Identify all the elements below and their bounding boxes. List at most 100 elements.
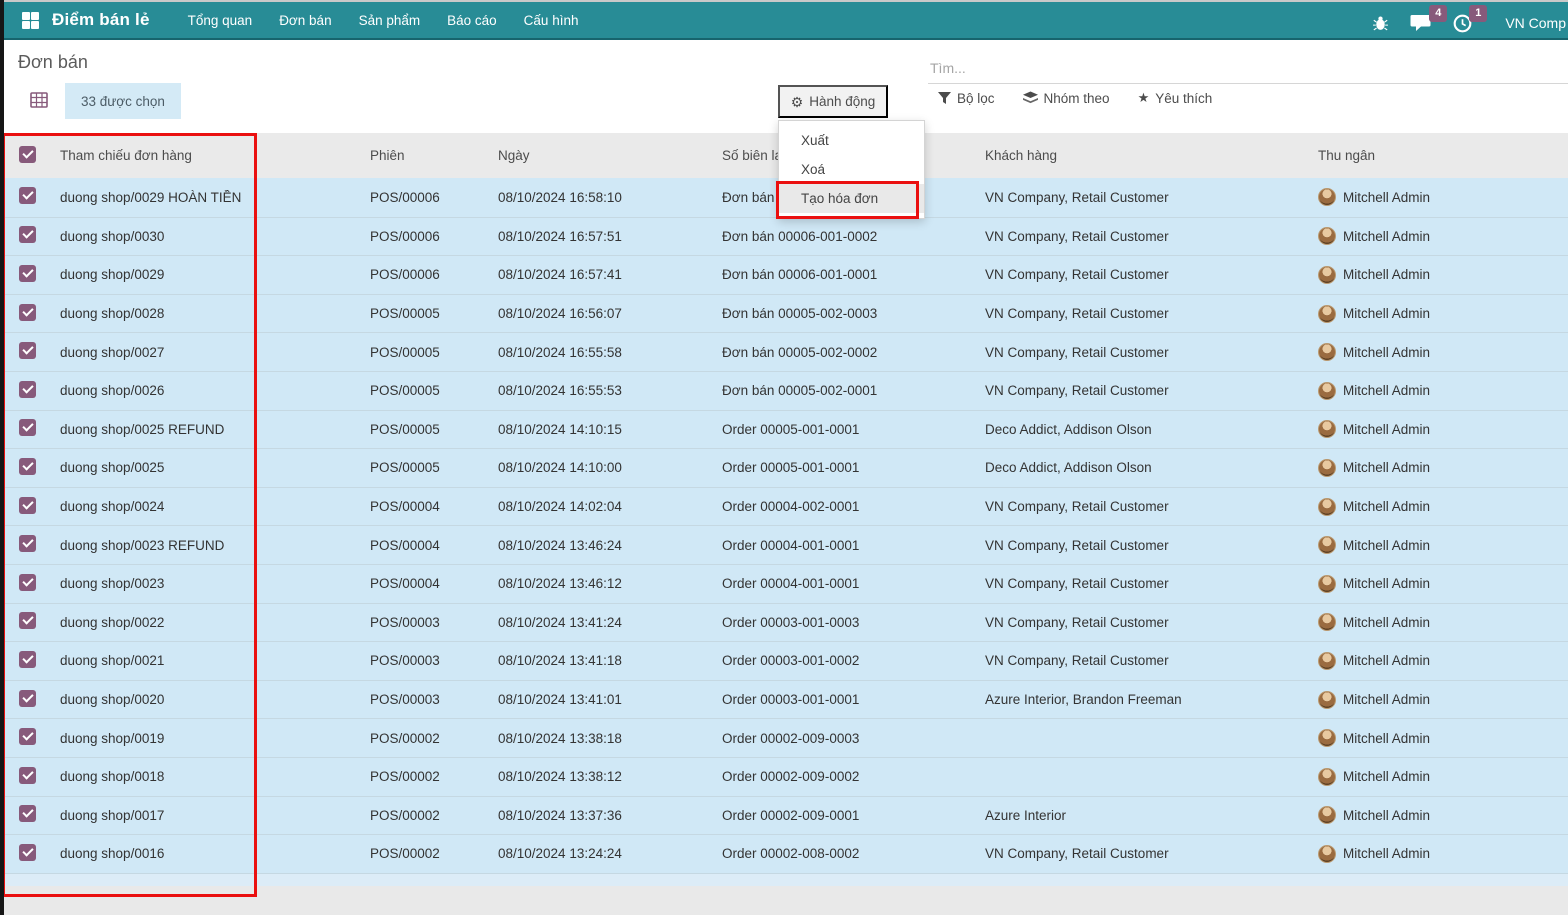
menu-item-san-pham[interactable]: Sản phẩm — [359, 13, 421, 28]
table-row[interactable]: duong shop/0028POS/0000508/10/2024 16:56… — [0, 294, 1568, 333]
row-checkbox[interactable] — [0, 612, 48, 632]
table-row[interactable]: duong shop/0030POS/0000608/10/2024 16:57… — [0, 217, 1568, 256]
cell-date: 08/10/2024 13:46:24 — [490, 538, 710, 553]
cell-receipt-number: Order 00004-002-0001 — [710, 499, 975, 514]
row-checkbox[interactable] — [0, 805, 48, 825]
favorites-button[interactable]: ★ Yêu thích — [1138, 90, 1213, 106]
table-row[interactable]: duong shop/0020POS/0000308/10/2024 13:41… — [0, 680, 1568, 719]
select-all-checkbox[interactable] — [0, 146, 48, 166]
menu-item-delete[interactable]: Xoá — [779, 155, 924, 184]
cell-order-reference: duong shop/0025 — [48, 460, 360, 475]
cell-receipt-number: Order 00005-001-0001 — [710, 460, 975, 475]
checkbox-checked-icon[interactable] — [19, 187, 36, 204]
table-row[interactable]: duong shop/0024POS/0000408/10/2024 14:02… — [0, 487, 1568, 526]
table-row[interactable]: duong shop/0018POS/0000208/10/2024 13:38… — [0, 757, 1568, 796]
checkbox-checked-icon[interactable] — [19, 612, 36, 629]
checkbox-checked-icon[interactable] — [19, 728, 36, 745]
checkbox-checked-icon[interactable] — [19, 342, 36, 359]
cell-date: 08/10/2024 13:38:12 — [490, 769, 710, 784]
filters-button[interactable]: Bộ lọc — [938, 91, 995, 106]
messages-icon[interactable]: 4 — [1410, 14, 1432, 33]
row-checkbox[interactable] — [0, 690, 48, 710]
list-view-switcher-icon[interactable] — [30, 92, 48, 108]
cell-cashier: Mitchell Admin — [1310, 266, 1568, 284]
table-row[interactable]: duong shop/0021POS/0000308/10/2024 13:41… — [0, 641, 1568, 680]
row-checkbox[interactable] — [0, 728, 48, 748]
column-header-cashier[interactable]: Thu ngân — [1310, 148, 1568, 163]
menu-item-tong-quan[interactable]: Tổng quan — [188, 13, 253, 28]
row-checkbox[interactable] — [0, 304, 48, 324]
cell-order-reference: duong shop/0024 — [48, 499, 360, 514]
action-button[interactable]: ⚙ Hành động — [778, 85, 888, 118]
checkbox-checked-icon[interactable] — [19, 419, 36, 436]
column-header-order-reference[interactable]: Tham chiếu đơn hàng — [48, 148, 360, 163]
table-row[interactable]: duong shop/0026POS/0000508/10/2024 16:55… — [0, 371, 1568, 410]
checkbox-checked-icon[interactable] — [19, 844, 36, 861]
checkbox-checked-icon[interactable] — [19, 265, 36, 282]
row-checkbox[interactable] — [0, 187, 48, 207]
row-checkbox[interactable] — [0, 574, 48, 594]
navbar: Điểm bán lẻ Tổng quan Đơn bán Sản phẩm B… — [0, 2, 1568, 40]
row-checkbox[interactable] — [0, 497, 48, 517]
cell-session: POS/00002 — [360, 769, 490, 784]
search-input[interactable] — [928, 52, 1568, 84]
groupby-button[interactable]: Nhóm theo — [1023, 91, 1110, 106]
row-checkbox[interactable] — [0, 651, 48, 671]
row-checkbox[interactable] — [0, 265, 48, 285]
checkbox-checked-icon[interactable] — [19, 574, 36, 591]
row-checkbox[interactable] — [0, 419, 48, 439]
cashier-name: Mitchell Admin — [1343, 538, 1430, 553]
checkbox-checked-icon[interactable] — [19, 690, 36, 707]
table-row[interactable]: duong shop/0022POS/0000308/10/2024 13:41… — [0, 603, 1568, 642]
apps-grid-icon[interactable] — [22, 12, 39, 29]
menu-item-cau-hinh[interactable]: Cấu hình — [524, 13, 579, 28]
checkbox-checked-icon[interactable] — [19, 458, 36, 475]
cell-receipt-number: Đơn bán 00006-001-0001 — [710, 267, 975, 282]
selection-count-chip[interactable]: 33 được chọn — [65, 83, 181, 119]
row-checkbox[interactable] — [0, 226, 48, 246]
table-row[interactable]: duong shop/0017POS/0000208/10/2024 13:37… — [0, 796, 1568, 835]
avatar — [1318, 536, 1336, 554]
table-row[interactable]: duong shop/0029POS/0000608/10/2024 16:57… — [0, 255, 1568, 294]
table-row[interactable]: duong shop/0016POS/0000208/10/2024 13:24… — [0, 834, 1568, 873]
row-checkbox[interactable] — [0, 381, 48, 401]
cashier-name: Mitchell Admin — [1343, 653, 1430, 668]
table-row[interactable]: duong shop/0023POS/0000408/10/2024 13:46… — [0, 564, 1568, 603]
app-brand[interactable]: Điểm bán lẻ — [52, 10, 150, 30]
checkbox-checked-icon[interactable] — [19, 226, 36, 243]
checkbox-checked-icon[interactable] — [19, 146, 36, 163]
column-header-date[interactable]: Ngày — [490, 148, 710, 163]
menu-item-don-ban[interactable]: Đơn bán — [279, 13, 331, 28]
column-header-customer[interactable]: Khách hàng — [975, 148, 1310, 163]
row-checkbox[interactable] — [0, 535, 48, 555]
checkbox-checked-icon[interactable] — [19, 805, 36, 822]
activities-clock-icon[interactable]: 1 — [1453, 14, 1472, 33]
checkbox-checked-icon[interactable] — [19, 535, 36, 552]
cell-order-reference: duong shop/0029 HOÀN TIỀN — [48, 190, 360, 205]
menu-item-create-invoice[interactable]: Tạo hóa đơn — [779, 184, 924, 213]
checkbox-checked-icon[interactable] — [19, 381, 36, 398]
cell-cashier: Mitchell Admin — [1310, 691, 1568, 709]
row-checkbox[interactable] — [0, 342, 48, 362]
table-row[interactable]: duong shop/0027POS/0000508/10/2024 16:55… — [0, 332, 1568, 371]
menu-item-export[interactable]: Xuất — [779, 126, 924, 155]
table-row[interactable]: duong shop/0019POS/0000208/10/2024 13:38… — [0, 718, 1568, 757]
cell-session: POS/00003 — [360, 615, 490, 630]
checkbox-checked-icon[interactable] — [19, 651, 36, 668]
table-row[interactable]: duong shop/0023 REFUNDPOS/0000408/10/202… — [0, 525, 1568, 564]
checkbox-checked-icon[interactable] — [19, 304, 36, 321]
row-checkbox[interactable] — [0, 844, 48, 864]
row-checkbox[interactable] — [0, 458, 48, 478]
menu-item-bao-cao[interactable]: Báo cáo — [447, 13, 497, 28]
table-row[interactable]: duong shop/0025POS/0000508/10/2024 14:10… — [0, 448, 1568, 487]
cell-receipt-number: Order 00002-009-0001 — [710, 808, 975, 823]
debug-bug-icon[interactable] — [1372, 15, 1389, 32]
column-header-session[interactable]: Phiên — [360, 148, 490, 163]
user-menu[interactable]: VN Comp — [1505, 15, 1566, 31]
checkbox-checked-icon[interactable] — [19, 497, 36, 514]
table-row[interactable]: duong shop/0025 REFUNDPOS/0000508/10/202… — [0, 410, 1568, 449]
cell-receipt-number: Order 00004-001-0001 — [710, 538, 975, 553]
row-checkbox[interactable] — [0, 767, 48, 787]
cashier-name: Mitchell Admin — [1343, 731, 1430, 746]
checkbox-checked-icon[interactable] — [19, 767, 36, 784]
